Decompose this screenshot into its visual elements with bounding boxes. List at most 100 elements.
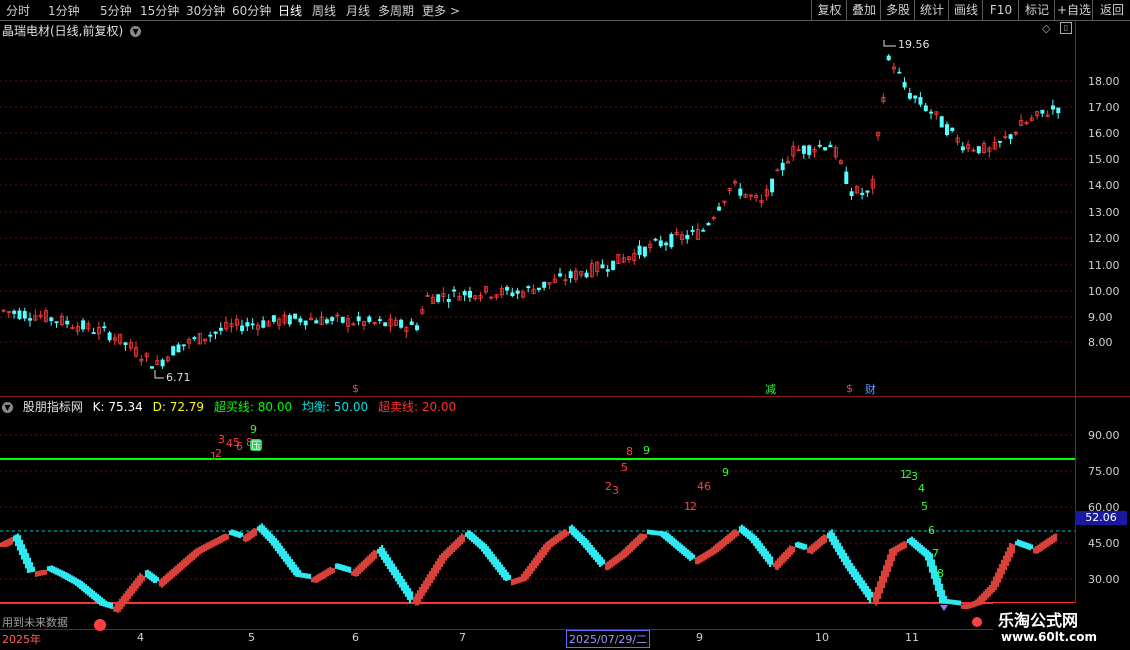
signal-number: 4 — [918, 482, 925, 495]
candle-body — [913, 95, 918, 99]
candle-body — [467, 290, 472, 298]
oversell-value: 超卖线: 20.00 — [377, 400, 457, 414]
candle-body — [65, 320, 70, 325]
watermark-url: www.60lt.com — [1001, 630, 1098, 644]
candle-body — [998, 141, 1003, 143]
candle-body — [102, 326, 107, 329]
candle-body — [960, 146, 965, 151]
candle-body — [865, 190, 870, 193]
candle-body — [208, 334, 213, 337]
candle-body — [907, 92, 912, 99]
signal-number: 9 — [250, 423, 257, 436]
price-label: 10.00 — [1088, 285, 1120, 298]
time-label: 5 — [248, 631, 255, 644]
high-pointer — [883, 40, 896, 47]
price-label: 13.00 — [1088, 206, 1120, 219]
candle-body — [950, 127, 955, 131]
time-label: 9 — [696, 631, 703, 644]
candle-body — [849, 191, 854, 197]
candle-body — [923, 105, 928, 112]
candle-body — [149, 366, 154, 369]
candle-body — [462, 291, 467, 296]
candle-body — [515, 290, 520, 294]
low-pointer — [154, 370, 164, 379]
candle-body — [176, 344, 181, 353]
candle-body — [976, 146, 981, 154]
time-label: 11 — [905, 631, 919, 644]
dollar-marker[interactable]: $ — [846, 382, 853, 395]
jian-marker[interactable]: 减 — [765, 381, 776, 397]
candle-body — [12, 310, 17, 314]
candle-body — [1051, 105, 1056, 110]
price-label: 12.00 — [1088, 232, 1120, 245]
indicator-header: ▼ 股朋指标网 K: 75.34 D: 72.79 超买线: 80.00 均衡:… — [2, 398, 462, 415]
candle-body — [918, 97, 923, 105]
candle-body — [250, 323, 255, 326]
signal-number: 6 — [928, 524, 935, 537]
candle-body — [367, 316, 372, 323]
candle-body — [293, 313, 298, 319]
candle-body — [54, 321, 59, 324]
signal-number: 2 — [690, 500, 697, 513]
candle-body — [1040, 109, 1045, 114]
price-label: 9.00 — [1088, 311, 1113, 324]
candle-body — [22, 311, 27, 319]
candle-body — [218, 327, 223, 331]
candle-body — [213, 331, 218, 334]
selected-date-box[interactable]: 2025/07/29/二 — [566, 630, 651, 648]
candle-body — [377, 319, 382, 322]
candle-body — [945, 124, 950, 136]
current-value-box: 52.06 — [1075, 511, 1127, 525]
indicator-name[interactable]: 股朋指标网 — [23, 400, 83, 414]
overbuy-value: 超买线: 80.00 — [213, 400, 293, 414]
chevron-down-icon[interactable]: ▼ — [2, 402, 13, 413]
candle-body — [1008, 134, 1013, 139]
buy-signal-icon — [972, 617, 982, 627]
candle-body — [510, 292, 515, 297]
candle-body — [542, 281, 547, 288]
price-label: 11.00 — [1088, 259, 1120, 272]
candle-body — [658, 240, 663, 247]
candle-body — [611, 260, 616, 270]
cai-marker[interactable]: 财 — [865, 381, 876, 397]
signal-number: 9 — [722, 466, 729, 479]
candle-body — [452, 289, 457, 292]
candle-body — [160, 359, 165, 367]
future-data-note: 用到未来数据 — [2, 616, 68, 629]
candle-body — [717, 206, 722, 211]
candle-body — [91, 332, 96, 334]
candle-body — [181, 344, 186, 347]
d-value: D: 72.79 — [152, 400, 205, 414]
chart-canvas: 123 4 56 892 358 91 24 69 12 345678压 — [0, 40, 1075, 631]
candle-body — [536, 287, 541, 290]
candle-body — [860, 192, 865, 195]
price-label: 18.00 — [1088, 75, 1120, 88]
candle-body — [637, 245, 642, 255]
candle-body — [600, 264, 605, 269]
time-label: 10 — [815, 631, 829, 644]
price-label: 14.00 — [1088, 179, 1120, 192]
high-price-label: 19.56 — [898, 38, 930, 51]
time-label: 7 — [459, 631, 466, 644]
dollar-marker[interactable]: $ — [352, 382, 359, 395]
mid-value: 均衡: 50.00 — [301, 400, 369, 414]
candle-body — [775, 169, 780, 172]
candle-body — [81, 320, 86, 330]
candle-body — [28, 318, 33, 321]
buy-signal-icon — [94, 619, 106, 631]
price-label: 17.00 — [1088, 101, 1120, 114]
watermark: 乐淘公式网 www.60lt.com — [993, 603, 1130, 650]
candle-body — [584, 272, 589, 278]
signal-number: 2 — [605, 480, 612, 493]
time-label: 4 — [137, 631, 144, 644]
signal-number: 8 — [937, 567, 944, 580]
indicator-label: 45.00 — [1088, 537, 1120, 550]
candle-body — [807, 145, 812, 155]
candle-body — [383, 322, 388, 327]
candle-body — [801, 145, 806, 154]
signal-number: 9 — [643, 444, 650, 457]
candle-body — [192, 337, 197, 340]
k-value: K: 75.34 — [92, 400, 143, 414]
low-price-label: 6.71 — [166, 371, 191, 384]
candle-body — [261, 320, 266, 328]
